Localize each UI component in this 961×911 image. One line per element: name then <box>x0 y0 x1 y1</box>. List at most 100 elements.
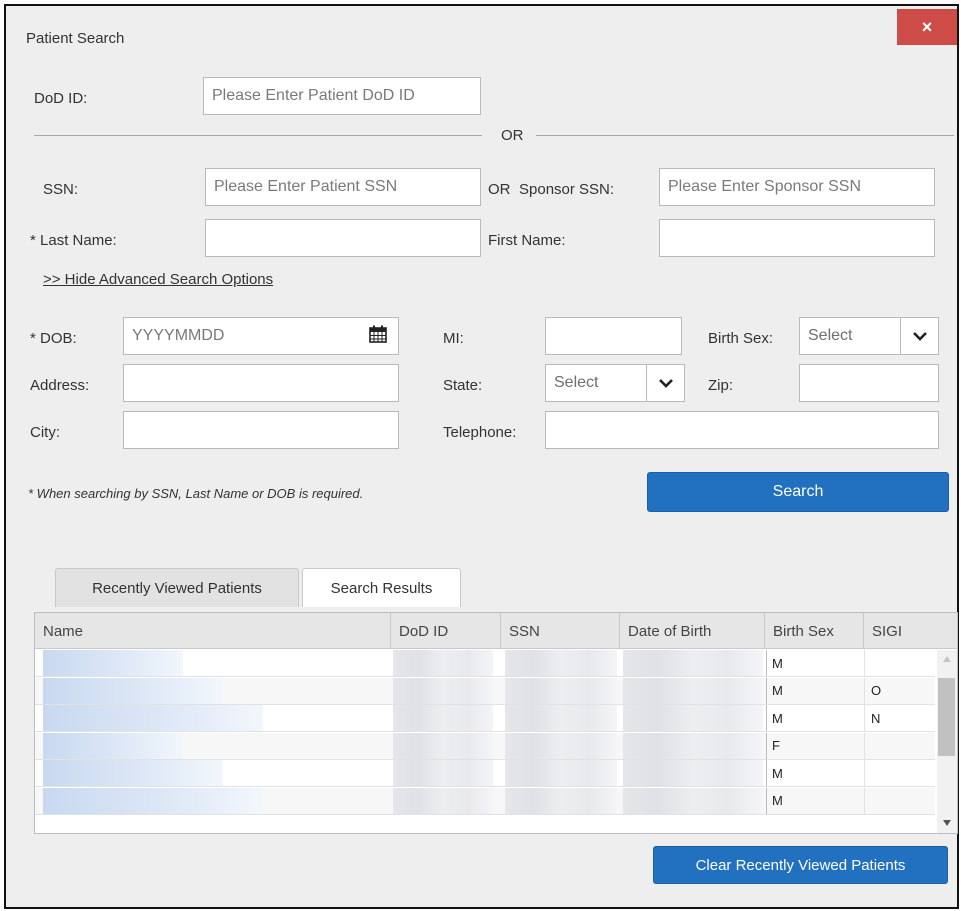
divider-right <box>536 135 954 136</box>
column-header-date-of-birth[interactable]: Date of Birth <box>620 613 765 649</box>
zip-label: Zip: <box>708 377 734 394</box>
sigi-cell <box>866 760 936 786</box>
grid-header: Name DoD ID SSN Date of Birth Birth Sex … <box>35 613 957 649</box>
tab-recently-viewed[interactable]: Recently Viewed Patients <box>55 568 299 607</box>
redacted-cell <box>505 705 617 731</box>
birth-sex-select[interactable]: Select <box>799 317 939 355</box>
table-row[interactable]: MO <box>35 677 935 705</box>
redacted-name-cell <box>43 705 263 731</box>
state-label: State: <box>443 377 483 394</box>
patient-search-dialog: Patient Search × DoD ID: OR SSN: OR Spon… <box>4 4 959 909</box>
ssn-label: SSN: <box>43 181 79 198</box>
dod-id-input[interactable] <box>203 77 481 115</box>
birth-sex-cell: M <box>766 760 865 786</box>
first-name-input[interactable] <box>659 219 935 257</box>
grid-scrollbar[interactable] <box>937 650 957 833</box>
sponsor-ssn-input[interactable] <box>659 168 935 206</box>
redacted-cell <box>505 650 617 676</box>
redacted-name-cell <box>43 677 223 704</box>
last-name-label: * Last Name: <box>30 232 117 249</box>
redacted-cell <box>393 732 493 759</box>
column-header-birth-sex[interactable]: Birth Sex <box>765 613 864 649</box>
sigi-cell <box>866 650 936 676</box>
city-label: City: <box>30 424 60 441</box>
redacted-cell <box>623 677 763 704</box>
redacted-cell <box>393 705 493 731</box>
sigi-cell: O <box>871 683 882 698</box>
redacted-name-cell <box>43 650 183 676</box>
close-icon: × <box>921 16 933 37</box>
tab-search-results-label: Search Results <box>330 579 433 597</box>
redacted-cell <box>623 760 763 786</box>
redacted-cell <box>505 732 617 759</box>
tab-recently-viewed-label: Recently Viewed Patients <box>92 579 262 597</box>
chevron-down-icon <box>900 318 938 354</box>
city-input[interactable] <box>123 411 399 449</box>
scrollbar-thumb[interactable] <box>938 678 955 756</box>
mi-input[interactable] <box>545 317 682 355</box>
recently-viewed-grid: Name DoD ID SSN Date of Birth Birth Sex … <box>34 612 958 834</box>
scroll-down-icon[interactable] <box>943 820 951 826</box>
tab-search-results[interactable]: Search Results <box>302 568 461 607</box>
hide-advanced-search-link[interactable]: >> Hide Advanced Search Options <box>43 271 273 288</box>
column-header-sigi[interactable]: SIGI <box>864 613 957 649</box>
column-header-name[interactable]: Name <box>35 613 391 649</box>
dialog-title: Patient Search <box>26 30 125 47</box>
table-row[interactable]: M <box>35 760 935 787</box>
state-select[interactable]: Select <box>545 364 685 402</box>
divider-left <box>34 135 482 136</box>
redacted-cell <box>623 732 763 759</box>
mi-label: MI: <box>443 330 464 347</box>
birth-sex-cell: F <box>766 732 865 759</box>
ssn-input[interactable] <box>205 168 481 206</box>
redacted-cell <box>505 677 617 704</box>
redacted-cell <box>623 650 763 676</box>
redacted-cell <box>623 705 763 731</box>
calendar-icon[interactable] <box>368 324 388 348</box>
search-requirement-note: * When searching by SSN, Last Name or DO… <box>28 486 364 501</box>
state-selected: Select <box>554 374 599 391</box>
birth-sex-cell: M <box>766 650 865 676</box>
sigi-cell <box>866 733 936 759</box>
close-button[interactable]: × <box>897 9 957 45</box>
column-header-ssn[interactable]: SSN <box>501 613 620 649</box>
clear-recently-viewed-button[interactable]: Clear Recently Viewed Patients <box>653 846 948 884</box>
redacted-cell <box>505 787 617 814</box>
last-name-input[interactable] <box>205 219 481 257</box>
sponsor-ssn-label: Sponsor SSN: <box>519 181 615 198</box>
zip-input[interactable] <box>799 364 939 402</box>
telephone-label: Telephone: <box>443 424 517 441</box>
redacted-cell <box>505 760 617 786</box>
dod-id-label: DoD ID: <box>34 90 88 107</box>
redacted-cell <box>393 677 493 704</box>
first-name-label: First Name: <box>488 232 566 249</box>
address-label: Address: <box>30 377 90 394</box>
birth-sex-label: Birth Sex: <box>708 330 774 347</box>
or-inline-label: OR <box>488 181 511 198</box>
or-divider-label: OR <box>501 127 524 144</box>
table-row[interactable]: M <box>35 650 935 677</box>
column-header-dod-id[interactable]: DoD ID <box>391 613 501 649</box>
scroll-up-icon[interactable] <box>943 656 951 662</box>
sigi-cell <box>866 788 936 814</box>
telephone-input[interactable] <box>545 411 939 449</box>
table-row[interactable]: M <box>35 787 936 815</box>
dob-input[interactable] <box>123 317 399 355</box>
search-button[interactable]: Search <box>647 472 949 512</box>
redacted-name-cell <box>43 760 223 786</box>
redacted-cell <box>393 650 493 676</box>
dob-label: * DOB: <box>30 330 77 347</box>
redacted-cell <box>393 760 493 786</box>
birth-sex-selected: Select <box>808 327 853 344</box>
birth-sex-cell: M <box>766 787 865 814</box>
table-row[interactable]: F <box>35 732 936 760</box>
redacted-name-cell <box>43 732 183 759</box>
chevron-down-icon <box>646 365 684 401</box>
redacted-name-cell <box>43 787 263 814</box>
address-input[interactable] <box>123 364 399 402</box>
table-row[interactable]: MN <box>35 705 935 732</box>
redacted-cell <box>623 787 763 814</box>
redacted-cell <box>393 787 493 814</box>
birth-sex-cell: M <box>766 705 865 731</box>
sigi-cell: N <box>871 710 881 726</box>
